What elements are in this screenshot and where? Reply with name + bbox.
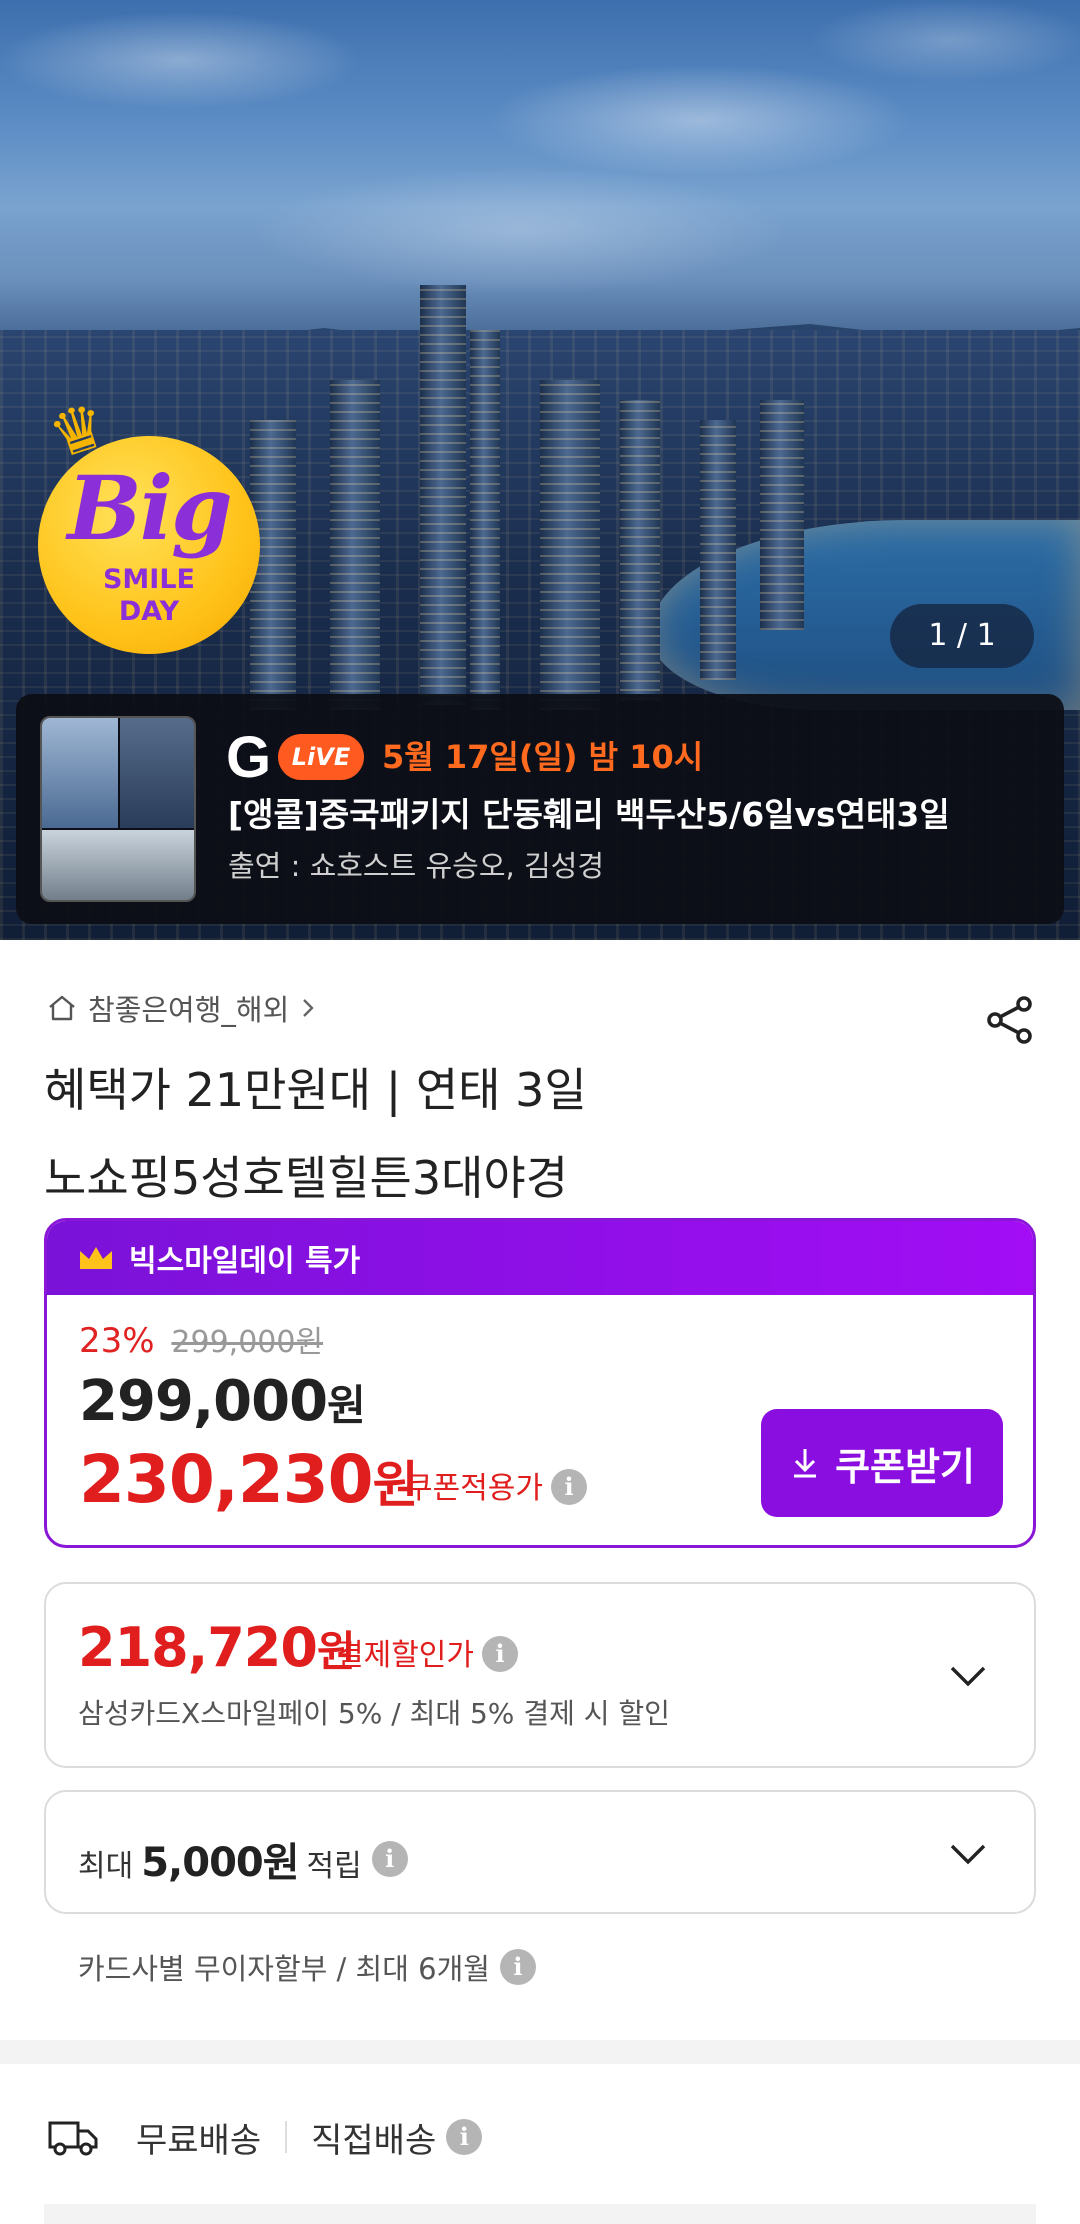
skyscraper xyxy=(760,400,804,630)
promo-header-label: 빅스마일데이 특가 xyxy=(129,1244,361,1279)
chevron-down-icon[interactable] xyxy=(946,1832,990,1876)
live-schedule: 5월 17일(일) 밤 10시 xyxy=(382,738,704,776)
installment-info: 카드사별 무이자할부 / 최대 6개월 i xyxy=(78,1946,536,1988)
hero-image-carousel[interactable]: ♛ Big SMILE DAY 1 / 1 G LiVE 5월 17일(일) 밤… xyxy=(0,0,1080,940)
chevron-right-icon xyxy=(303,999,314,1017)
live-cast: 출연 : 쇼호스트 유승오, 김성경 xyxy=(228,849,605,883)
sky-clouds xyxy=(0,0,1080,330)
live-badge: LiVE xyxy=(278,734,364,780)
skyscraper xyxy=(540,380,600,710)
live-thumbnail xyxy=(40,716,196,902)
skyscraper xyxy=(330,380,380,710)
chevron-down-icon[interactable] xyxy=(946,1654,990,1698)
shipping-row: 무료배송 직접배송 i xyxy=(46,2112,483,2162)
info-icon[interactable]: i xyxy=(482,1635,518,1672)
sale-price: 299,000원 xyxy=(79,1369,366,1434)
crown-icon xyxy=(80,1247,112,1269)
free-shipping-label: 무료배송 xyxy=(136,2120,262,2161)
divider xyxy=(285,2121,288,2153)
skyscraper-main xyxy=(420,285,466,705)
payment-discount-desc: 삼성카드X스마일페이 5% / 최대 5% 결제 시 할인 xyxy=(78,1697,670,1730)
get-coupon-label: 쿠폰받기 xyxy=(835,1444,975,1489)
download-icon xyxy=(794,1449,817,1478)
info-icon[interactable]: i xyxy=(446,2119,483,2155)
section-divider xyxy=(44,2204,1036,2224)
get-coupon-button[interactable]: 쿠폰받기 xyxy=(761,1409,1003,1517)
product-title: 혜택가 21만원대 | 연태 3일 노쇼핑5성호텔힐튼3대야경 xyxy=(44,1063,587,1205)
home-icon xyxy=(49,995,75,1021)
direct-shipping-label: 직접배송 xyxy=(311,2120,437,2161)
payment-discount-price: 218,720원 xyxy=(78,1616,356,1679)
live-broadcast-card[interactable]: G LiVE 5월 17일(일) 밤 10시 [앵콜]중국패키지 단동훼리 백두… xyxy=(16,694,1064,924)
info-icon[interactable]: i xyxy=(551,1468,587,1505)
discount-percent: 23% xyxy=(79,1321,155,1361)
skyscraper xyxy=(620,400,660,700)
payment-discount-box[interactable]: 218,720원 결제할인가 i 삼성카드X스마일페이 5% / 최대 5% 결제… xyxy=(44,1582,1036,1768)
image-page-counter: 1 / 1 xyxy=(890,604,1034,668)
skyscraper xyxy=(700,420,736,680)
live-title: [앵콜]중국패키지 단동훼리 백두산5/6일vs연태3일 xyxy=(228,795,950,834)
skyscraper xyxy=(470,330,500,710)
store-link[interactable]: 참좋은여행_해외 xyxy=(46,988,319,1028)
info-icon[interactable]: i xyxy=(499,1949,536,1985)
original-price: 299,000원 xyxy=(171,1325,324,1360)
badge-big-text: Big xyxy=(67,456,232,560)
badge-smile-text: SMILE DAY xyxy=(102,564,195,627)
reward-points-text: 최대 5,000원 적립 i xyxy=(78,1830,408,1888)
reward-points-box[interactable]: 최대 5,000원 적립 i xyxy=(44,1790,1036,1914)
payment-discount-label: 결제할인가 i xyxy=(336,1630,518,1675)
big-smile-day-badge: ♛ Big SMILE DAY xyxy=(38,387,260,654)
promo-price-box: 빅스마일데이 특가 23% 299,000원 299,000원 230,230원… xyxy=(44,1218,1036,1548)
truck-icon xyxy=(48,2121,98,2156)
section-divider xyxy=(0,2040,1080,2064)
reward-amount: 5,000원 xyxy=(141,1840,299,1886)
promo-header: 빅스마일데이 특가 xyxy=(47,1221,1033,1295)
share-icon[interactable] xyxy=(984,994,1036,1046)
coupon-price: 230,230원 xyxy=(79,1441,419,1518)
discount-row: 23% 299,000원 xyxy=(79,1317,323,1361)
coupon-price-label: 쿠폰적용가 i xyxy=(405,1463,587,1508)
info-icon[interactable]: i xyxy=(371,1841,408,1877)
store-name: 참좋은여행_해외 xyxy=(88,993,290,1027)
g-logo: G xyxy=(226,725,272,790)
